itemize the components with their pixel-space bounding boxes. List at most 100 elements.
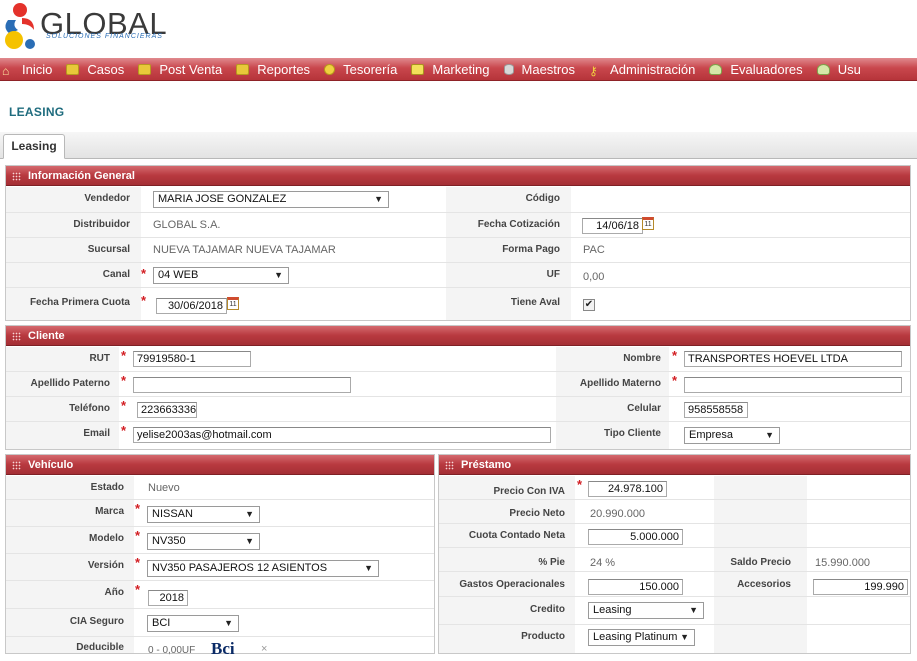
menu-maestros[interactable]: Maestros [499, 58, 581, 80]
menu-label: Marketing [432, 62, 490, 77]
menu-reportes[interactable]: Reportes [231, 58, 316, 80]
vendedor-label: Vendedor [84, 193, 130, 204]
telefono-input[interactable]: 223663336 [137, 402, 197, 418]
apellido-paterno-input[interactable] [133, 377, 351, 393]
menu-label: Inicio [22, 62, 53, 77]
anio-input[interactable]: 2018 [148, 590, 188, 606]
fecha-cotizacion-label: Fecha Cotización [477, 219, 560, 230]
sucursal-label: Sucursal [87, 244, 130, 255]
key-icon: ⚷ [589, 64, 598, 78]
selected-value: NV350 PASAJEROS 12 ASIENTOS [152, 562, 328, 574]
tab-leasing[interactable]: Leasing [3, 134, 65, 159]
modelo-select[interactable]: NV350 ▼ [147, 533, 260, 550]
distribuidor-label: Distribuidor [73, 219, 130, 230]
email-input[interactable]: yelise2003as@hotmail.com [133, 427, 551, 443]
users-icon [709, 64, 723, 75]
calendar-icon[interactable]: 11 [227, 297, 239, 310]
canal-label: Canal [102, 269, 130, 280]
precio-neto-label: Precio Neto [509, 508, 565, 519]
folder-icon [66, 64, 80, 75]
nombre-input[interactable]: TRANSPORTES HOEVEL LTDA [684, 351, 902, 367]
fecha-primera-cuota-label: Fecha Primera Cuota [29, 297, 130, 308]
apellido-paterno-label: Apellido Paterno [30, 378, 110, 389]
saldo-precio-value: 15.990.000 [815, 557, 871, 569]
dropdown-arrow-icon: ▼ [680, 632, 689, 642]
apellido-materno-input[interactable] [684, 377, 902, 393]
tipo-cliente-select[interactable]: Empresa ▼ [684, 427, 780, 444]
modelo-label: Modelo [89, 533, 124, 544]
dropdown-arrow-icon: ▼ [689, 605, 698, 615]
dropdown-arrow-icon: ▼ [374, 194, 383, 204]
panel-title: Información General [28, 170, 135, 182]
selected-value: NV350 [152, 535, 186, 547]
required-marker: * [135, 582, 141, 597]
deducible-value: 0 - 0,00UF [148, 645, 196, 656]
menu-usuarios[interactable]: Usu [812, 58, 867, 80]
close-icon[interactable]: × [261, 643, 267, 655]
folder-icon [138, 64, 152, 75]
version-select[interactable]: NV350 PASAJEROS 12 ASIENTOS ▼ [147, 560, 379, 577]
menu-inicio[interactable]: ⌂ Inicio [0, 58, 58, 80]
anio-label: Año [104, 587, 124, 598]
calendar-icon[interactable]: 11 [642, 217, 654, 230]
menu-label: Reportes [257, 62, 311, 77]
canal-select[interactable]: 04 WEB ▼ [153, 267, 289, 284]
codigo-label: Código [525, 193, 560, 204]
marca-label: Marca [95, 506, 124, 517]
email-label: Email [83, 428, 110, 439]
estado-label: Estado [90, 482, 124, 493]
cia-seguro-select[interactable]: BCI ▼ [147, 615, 239, 632]
menu-post-venta[interactable]: Post Venta [133, 58, 228, 80]
menu-label: Post Venta [159, 62, 223, 77]
company-logo: GLOBAL SOLUCIONES FINANCIERAS [0, 0, 180, 58]
panel-title: Préstamo [461, 459, 512, 471]
menu-casos[interactable]: Casos [61, 58, 130, 80]
pie-label: % Pie [538, 557, 565, 568]
menu-evaluadores[interactable]: Evaluadores [704, 58, 808, 80]
coin-icon [324, 64, 336, 75]
cuota-contado-neta-input[interactable]: 5.000.000 [588, 529, 683, 545]
menu-label: Usu [837, 62, 861, 77]
precio-neto-value: 20.990.000 [590, 508, 646, 520]
fecha-primera-cuota-input[interactable]: 30/06/2018 [156, 298, 227, 314]
users-icon [816, 64, 830, 75]
telefono-label: Teléfono [69, 403, 110, 414]
panel-title: Vehículo [28, 459, 74, 471]
tiene-aval-checkbox[interactable]: ✔ [583, 299, 595, 311]
menu-administracion[interactable]: ⚷ Administración [584, 58, 701, 80]
gastos-operacionales-input[interactable]: 150.000 [588, 579, 683, 595]
precio-con-iva-input[interactable]: 24.978.100 [588, 481, 667, 497]
menu-label: Administración [610, 62, 696, 77]
menu-marketing[interactable]: Marketing [406, 58, 495, 80]
pie-value: 24 % [590, 557, 616, 569]
menu-tesoreria[interactable]: Tesorería [319, 58, 403, 80]
rut-input[interactable]: 79919580-1 [133, 351, 251, 367]
tipo-cliente-label: Tipo Cliente [603, 428, 661, 439]
required-marker: * [141, 293, 147, 308]
dropdown-arrow-icon: ▼ [765, 430, 774, 440]
vendedor-select[interactable]: MARIA JOSE GONZALEZ ▼ [153, 191, 389, 208]
precio-con-iva-label: Precio Con IVA [493, 486, 566, 497]
version-label: Versión [87, 560, 124, 571]
required-marker: * [135, 528, 141, 543]
celular-input[interactable]: 958558558 [684, 402, 748, 418]
producto-select[interactable]: Leasing Platinum ▼ [588, 629, 695, 646]
panel-header: Cliente [6, 326, 910, 346]
apellido-materno-label: Apellido Materno [579, 378, 661, 389]
selected-value: BCI [152, 617, 171, 629]
credito-select[interactable]: Leasing ▼ [588, 602, 704, 619]
cia-seguro-label: CIA Seguro [69, 616, 124, 627]
required-marker: * [141, 266, 147, 281]
vehiculo-panel: Vehículo Estado Nuevo Marca * NISSAN ▼ Mo… [5, 454, 435, 658]
accesorios-input[interactable]: 199.990 [813, 579, 908, 595]
panel-title: Cliente [28, 330, 65, 342]
monitor-icon [411, 64, 425, 75]
fecha-cotizacion-input[interactable]: 14/06/18 [582, 218, 643, 234]
grip-icon [445, 461, 454, 470]
main-menu: ⌂ Inicio Casos Post Venta Reportes Tesore… [0, 58, 917, 81]
prestamo-panel: Préstamo Precio Con IVA * 24.978.100 Pre… [438, 454, 911, 654]
sucursal-value: NUEVA TAJAMAR NUEVA TAJAMAR [153, 244, 336, 256]
marca-select[interactable]: NISSAN ▼ [147, 506, 260, 523]
credito-label: Credito [530, 604, 565, 615]
required-marker: * [121, 373, 127, 388]
